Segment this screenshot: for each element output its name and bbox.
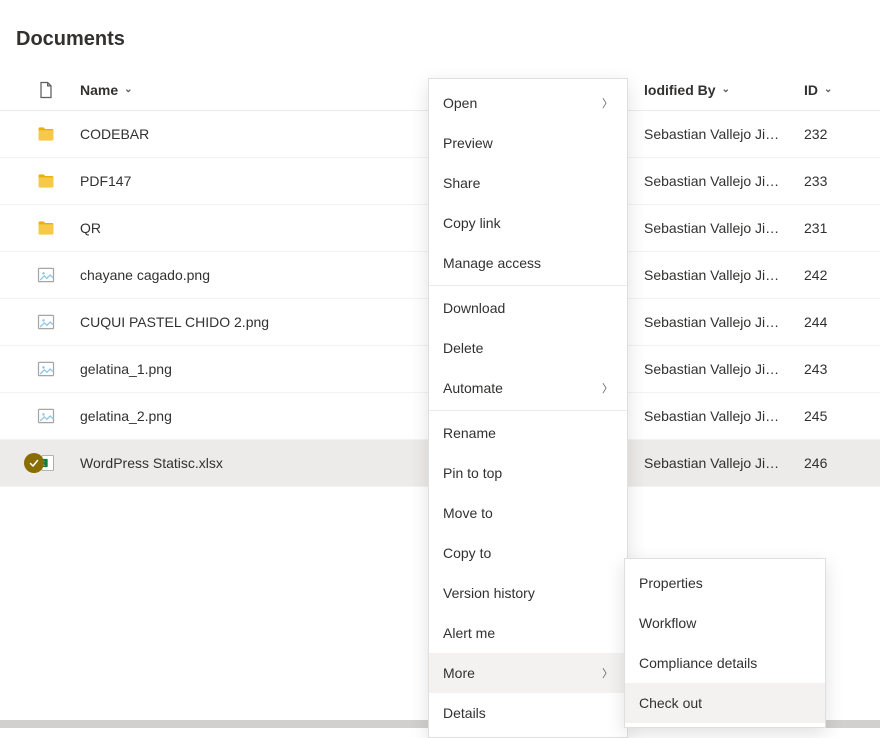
row-id: 245 [804,408,827,424]
menu-preview[interactable]: Preview [429,123,627,163]
row-name[interactable]: gelatina_1.png [80,361,172,377]
chevron-right-icon: 〉 [602,665,613,681]
row-modified-by: Sebastian Vallejo Jime... [644,455,784,471]
submenu-compliance-details[interactable]: Compliance details [625,643,825,683]
col-name-label: Name [80,82,118,98]
chevron-down-icon: ⌄ [824,84,832,95]
row-modified-by: Sebastian Vallejo Jime... [644,361,784,377]
row-id: 242 [804,267,827,283]
menu-copy-to[interactable]: Copy to [429,533,627,573]
submenu-properties[interactable]: Properties [625,563,825,603]
menu-version-history[interactable]: Version history [429,573,627,613]
menu-more[interactable]: More〉 [429,653,627,693]
page-title: Documents [0,0,880,69]
col-id-label: ID [804,82,818,98]
row-id: 243 [804,361,827,377]
row-modified-by: Sebastian Vallejo Jime... [644,126,784,142]
row-id: 246 [804,455,827,471]
row-modified-by: Sebastian Vallejo Jime... [644,267,784,283]
selected-check-icon [24,453,44,473]
row-modified-by: Sebastian Vallejo Jime... [644,314,784,330]
row-id: 244 [804,314,827,330]
row-id: 233 [804,173,827,189]
menu-separator [429,410,627,411]
row-name[interactable]: gelatina_2.png [80,408,172,424]
chevron-right-icon: 〉 [602,380,613,396]
row-type-icon [36,406,80,426]
col-id-header[interactable]: ID ⌄ [804,82,880,98]
context-submenu: Properties Workflow Compliance details C… [624,558,826,728]
menu-pin-to-top[interactable]: Pin to top [429,453,627,493]
row-name[interactable]: QR [80,220,101,236]
row-type-icon [36,218,80,238]
menu-delete[interactable]: Delete [429,328,627,368]
menu-separator [429,285,627,286]
menu-details[interactable]: Details [429,693,627,733]
menu-share[interactable]: Share [429,163,627,203]
menu-manage-access[interactable]: Manage access [429,243,627,283]
row-name[interactable]: WordPress Statisc.xlsx [80,455,223,471]
chevron-down-icon: ⌄ [124,84,132,95]
row-modified-by: Sebastian Vallejo Jime... [644,173,784,189]
menu-download[interactable]: Download [429,288,627,328]
row-name[interactable]: CUQUI PASTEL CHIDO 2.png [80,314,269,330]
col-modified-by-header[interactable]: lodified By ⌄ [644,82,804,98]
menu-copy-link[interactable]: Copy link [429,203,627,243]
menu-move-to[interactable]: Move to [429,493,627,533]
row-name[interactable]: PDF147 [80,173,131,189]
submenu-workflow[interactable]: Workflow [625,603,825,643]
row-name[interactable]: chayane cagado.png [80,267,210,283]
row-modified-by: Sebastian Vallejo Jime... [644,408,784,424]
row-modified-by: Sebastian Vallejo Jime... [644,220,784,236]
row-type-icon [36,265,80,285]
menu-open[interactable]: Open〉 [429,83,627,123]
row-type-icon [36,124,80,144]
context-menu: Open〉 Preview Share Copy link Manage acc… [428,78,628,738]
menu-alert-me[interactable]: Alert me [429,613,627,653]
col-icon-header[interactable] [36,80,80,100]
row-type-icon [36,312,80,332]
row-name[interactable]: CODEBAR [80,126,149,142]
row-type-icon [36,171,80,191]
file-icon [36,80,56,100]
row-type-icon [36,359,80,379]
chevron-right-icon: 〉 [602,95,613,111]
chevron-down-icon: ⌄ [722,84,730,95]
row-id: 231 [804,220,827,236]
col-modified-by-label: lodified By [644,82,716,98]
menu-rename[interactable]: Rename [429,413,627,453]
menu-automate[interactable]: Automate〉 [429,368,627,408]
row-id: 232 [804,126,827,142]
submenu-check-out[interactable]: Check out [625,683,825,723]
